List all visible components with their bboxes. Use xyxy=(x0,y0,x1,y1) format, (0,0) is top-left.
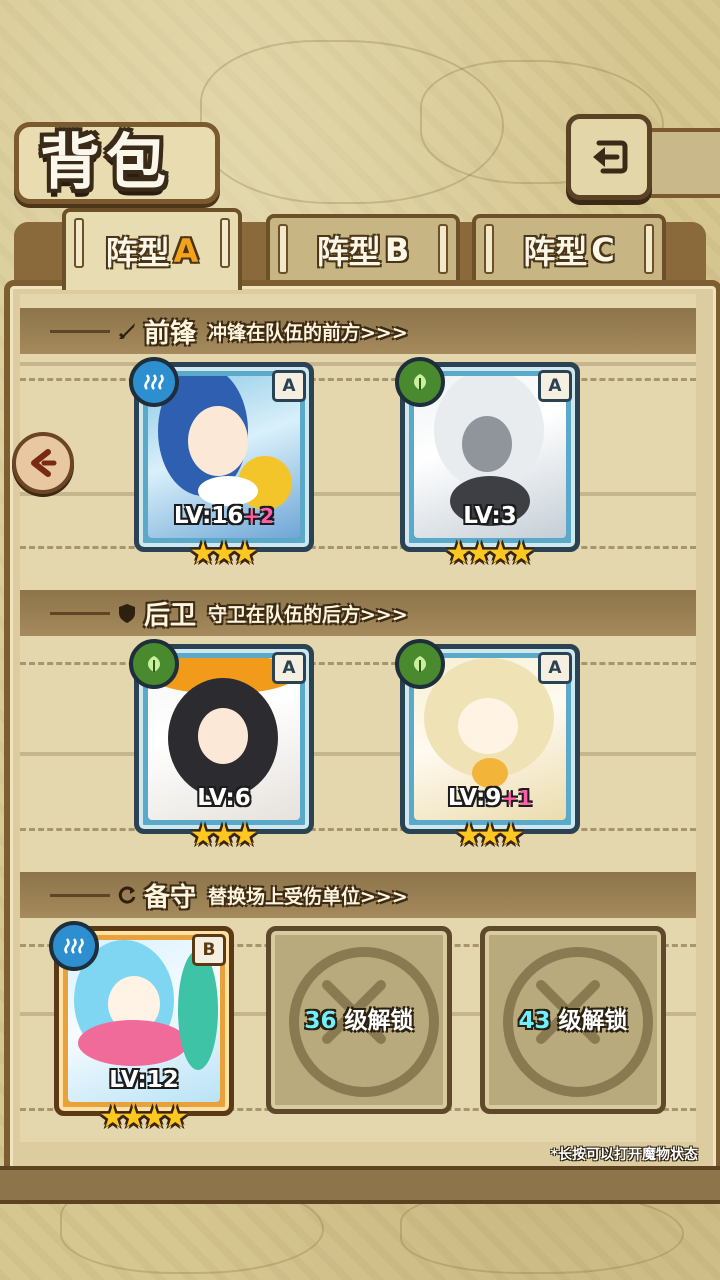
grade-badge: A xyxy=(272,652,306,684)
unit-level: LV:3 xyxy=(463,503,517,529)
grade-badge: A xyxy=(272,370,306,402)
unit-card-back-1[interactable]: A LV:6 ★★★ xyxy=(129,639,314,851)
shield-icon xyxy=(116,602,138,624)
section-title: 备守 xyxy=(144,882,197,913)
grade-badge: B xyxy=(192,934,226,966)
rail xyxy=(20,546,696,549)
chevron-left-icon xyxy=(31,449,57,477)
sword-icon xyxy=(116,320,138,342)
rail xyxy=(20,378,696,381)
unlock-label: 36 级解锁 xyxy=(304,1008,414,1034)
section-front: 前锋 冲锋在队伍的前方>>> xyxy=(20,308,696,354)
back-arrow-icon xyxy=(593,140,628,174)
locked-slot-1[interactable]: 36 级解锁 xyxy=(266,926,452,1114)
unit-card-front-1[interactable]: A LV:16+2 ★★★ xyxy=(129,357,314,569)
unit-card-front-2[interactable]: A LV:3 ★★★★ xyxy=(395,357,580,569)
section-desc: 冲锋在队伍的前方>>> xyxy=(208,321,408,344)
star-rating: ★★★★ xyxy=(445,536,535,571)
unit-card-back-2[interactable]: A LV:9+1 ★★★ xyxy=(395,639,580,851)
rail xyxy=(20,662,696,665)
leaf-icon xyxy=(395,357,445,407)
unit-level: LV:12 xyxy=(109,1067,179,1093)
section-back: 后卫 守卫在队伍的后方>>> xyxy=(20,590,696,636)
unit-card-reserve-1[interactable]: B LV:12 ★★★★ xyxy=(49,921,234,1133)
tab-suffix: A xyxy=(173,232,199,270)
tab-suffix: B xyxy=(384,231,410,269)
leaf-icon xyxy=(129,639,179,689)
leaf-icon xyxy=(395,639,445,689)
unit-level: LV:6 xyxy=(197,785,251,811)
grade-badge: A xyxy=(538,370,572,402)
section-desc: 守卫在队伍的后方>>> xyxy=(208,603,408,626)
star-rating: ★★★ xyxy=(189,818,259,853)
tab-label: 阵型 xyxy=(523,233,588,271)
unit-level: LV:9+1 xyxy=(447,785,533,811)
tab-label: 阵型 xyxy=(105,234,170,272)
swap-icon xyxy=(116,884,138,906)
tab-formation-c[interactable]: 阵型 C xyxy=(472,214,666,282)
bottom-strip xyxy=(0,1166,720,1204)
section-reserve: 备守 替换场上受伤单位>>> xyxy=(20,872,696,918)
star-rating: ★★★ xyxy=(189,536,259,571)
back-button[interactable] xyxy=(566,114,652,200)
star-rating: ★★★★ xyxy=(99,1100,189,1135)
rail xyxy=(20,828,696,831)
tab-formation-a[interactable]: 阵型 A xyxy=(62,208,242,290)
tab-label: 阵型 xyxy=(316,233,381,271)
section-desc: 替换场上受伤单位>>> xyxy=(208,885,408,908)
expand-side-button[interactable] xyxy=(12,432,74,494)
section-title: 前锋 xyxy=(144,318,197,349)
water-icon xyxy=(49,921,99,971)
long-press-hint: *长按可以打开魔物状态 xyxy=(550,1147,698,1163)
tab-formation-b[interactable]: 阵型 B xyxy=(266,214,460,282)
unit-level: LV:16+2 xyxy=(173,503,275,529)
tab-suffix: C xyxy=(591,231,615,269)
grade-badge: A xyxy=(538,652,572,684)
water-icon xyxy=(129,357,179,407)
unlock-label: 43 级解锁 xyxy=(518,1008,628,1034)
section-title: 后卫 xyxy=(144,600,197,631)
locked-slot-2[interactable]: 43 级解锁 xyxy=(480,926,666,1114)
star-rating: ★★★ xyxy=(455,818,525,853)
page-title: 背包 xyxy=(40,128,172,198)
